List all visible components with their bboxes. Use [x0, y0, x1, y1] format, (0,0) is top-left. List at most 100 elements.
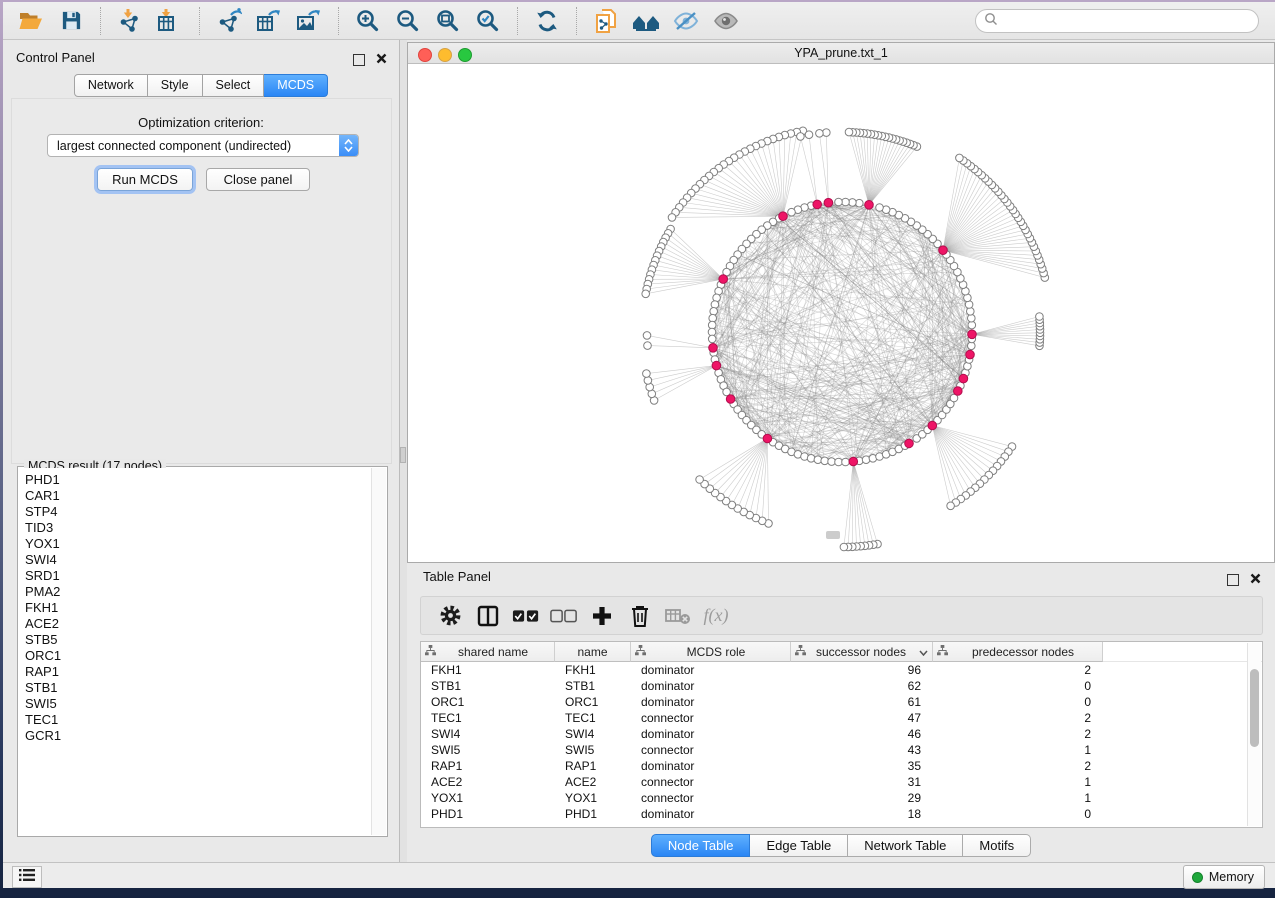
mcds-result-item[interactable]: PMA2	[25, 584, 372, 600]
float-panel-icon[interactable]	[1227, 574, 1239, 586]
tab-edge-table[interactable]: Edge Table	[750, 834, 848, 857]
mcds-result-item[interactable]: TID3	[25, 520, 372, 536]
mcds-result-item[interactable]: ORC1	[25, 648, 372, 664]
delete-icon[interactable]	[626, 603, 654, 629]
first-neighbors-icon[interactable]	[631, 7, 661, 35]
open-folder-icon[interactable]	[16, 7, 46, 35]
select-all-icon[interactable]	[512, 603, 540, 629]
network-graph[interactable]	[408, 64, 1274, 562]
deselect-all-icon[interactable]	[550, 603, 578, 629]
delete-table-icon[interactable]	[664, 603, 692, 629]
table-scrollbar-thumb[interactable]	[1250, 669, 1259, 747]
tab-node-table[interactable]: Node Table	[651, 834, 751, 857]
network-window-titlebar[interactable]: YPA_prune.txt_1	[408, 43, 1274, 64]
zoom-selected-icon[interactable]	[473, 7, 503, 35]
tab-motifs[interactable]: Motifs	[963, 834, 1031, 857]
zoom-out-icon[interactable]	[393, 7, 423, 35]
cell-shared-name: FKH1	[421, 662, 555, 678]
mcds-result-item[interactable]: CAR1	[25, 488, 372, 504]
mcds-result-item[interactable]: STB1	[25, 680, 372, 696]
close-panel-button[interactable]: Close panel	[206, 168, 310, 191]
table-row[interactable]: SWI5SWI5connector431	[421, 742, 1262, 758]
control-panel-title: Control Panel	[16, 50, 95, 65]
import-network-icon[interactable]	[115, 7, 145, 35]
settings-icon[interactable]	[436, 603, 464, 629]
cell-shared-name: YOX1	[421, 790, 555, 806]
mcds-result-item[interactable]: RAP1	[25, 664, 372, 680]
tab-select[interactable]: Select	[203, 74, 265, 97]
import-table-icon[interactable]	[155, 7, 185, 35]
splitter-handle[interactable]	[400, 447, 406, 463]
memory-button[interactable]: Memory	[1183, 865, 1265, 889]
table-row[interactable]: STB1STB1dominator620	[421, 678, 1262, 694]
column-header-name[interactable]: name	[555, 642, 631, 662]
run-mcds-button[interactable]: Run MCDS	[97, 168, 193, 191]
tab-network-table[interactable]: Network Table	[848, 834, 963, 857]
table-panel-window-buttons	[1227, 571, 1261, 589]
mcds-result-item[interactable]: STP4	[25, 504, 372, 520]
cell-name: YOX1	[555, 790, 631, 806]
close-panel-icon[interactable]	[1250, 571, 1261, 589]
cell-name: RAP1	[555, 758, 631, 774]
tab-mcds[interactable]: MCDS	[264, 74, 328, 97]
show-all-icon[interactable]	[711, 7, 741, 35]
attribute-type-icon	[635, 645, 646, 659]
column-header-successor-nodes[interactable]: successor nodes	[791, 642, 933, 662]
save-icon[interactable]	[56, 7, 86, 35]
columns-icon[interactable]	[474, 603, 502, 629]
application-window: Control Panel NetworkStyleSelectMCDS Opt…	[3, 2, 1275, 888]
close-panel-icon[interactable]	[376, 51, 387, 69]
zoom-in-icon[interactable]	[353, 7, 383, 35]
column-header-shared-name[interactable]: shared name	[421, 642, 555, 662]
tab-style[interactable]: Style	[148, 74, 203, 97]
table-row[interactable]: YOX1YOX1connector291	[421, 790, 1262, 806]
table-row[interactable]: ACE2ACE2connector311	[421, 774, 1262, 790]
export-image-icon[interactable]	[294, 7, 324, 35]
mcds-result-item[interactable]: SWI5	[25, 696, 372, 712]
cell-mcds-role: dominator	[631, 662, 791, 678]
canvas-splitter-handle[interactable]	[826, 531, 840, 539]
function-icon[interactable]: f(x)	[702, 603, 730, 629]
search-input[interactable]	[998, 11, 1258, 31]
table-scrollbar[interactable]	[1247, 643, 1261, 826]
mcds-result-item[interactable]: GCR1	[25, 728, 372, 744]
mcds-result-item[interactable]: SRD1	[25, 568, 372, 584]
cell-shared-name: SWI5	[421, 742, 555, 758]
mcds-result-list[interactable]: PHD1CAR1STP4TID3YOX1SWI4SRD1PMA2FKH1ACE2…	[19, 468, 372, 835]
mcds-result-item[interactable]: SWI4	[25, 552, 372, 568]
cell-predecessor-nodes: 0	[933, 806, 1103, 822]
hide-selected-icon[interactable]	[671, 7, 701, 35]
add-icon[interactable]	[588, 603, 616, 629]
cell-mcds-role: dominator	[631, 806, 791, 822]
mcds-result-item[interactable]: STB5	[25, 632, 372, 648]
column-header-mcds-role[interactable]: MCDS role	[631, 642, 791, 662]
export-table-icon[interactable]	[254, 7, 284, 35]
cell-shared-name: STB1	[421, 678, 555, 694]
table-row[interactable]: TEC1TEC1connector472	[421, 710, 1262, 726]
show-panels-button[interactable]	[12, 866, 42, 888]
table-row[interactable]: FKH1FKH1dominator962	[421, 662, 1262, 678]
cell-predecessor-nodes: 0	[933, 694, 1103, 710]
mcds-result-item[interactable]: ACE2	[25, 616, 372, 632]
cell-predecessor-nodes: 1	[933, 774, 1103, 790]
zoom-fit-icon[interactable]	[433, 7, 463, 35]
column-header-predecessor-nodes[interactable]: predecessor nodes	[933, 642, 1103, 662]
duplicate-network-icon[interactable]	[591, 7, 621, 35]
export-network-icon[interactable]	[214, 7, 244, 35]
mcds-result-item[interactable]: FKH1	[25, 600, 372, 616]
table-row[interactable]: SWI4SWI4dominator462	[421, 726, 1262, 742]
table-row[interactable]: PHD1PHD1dominator180	[421, 806, 1262, 822]
tab-network[interactable]: Network	[74, 74, 148, 97]
mcds-result-item[interactable]: YOX1	[25, 536, 372, 552]
table-row[interactable]: RAP1RAP1dominator352	[421, 758, 1262, 774]
panel-splitter[interactable]	[400, 40, 407, 862]
cell-mcds-role: dominator	[631, 694, 791, 710]
mcds-result-item[interactable]: TEC1	[25, 712, 372, 728]
float-panel-icon[interactable]	[353, 54, 365, 66]
optimization-criterion-select[interactable]: largest connected component (undirected)	[47, 134, 359, 157]
attribute-type-icon	[795, 645, 806, 659]
table-row[interactable]: ORC1ORC1dominator610	[421, 694, 1262, 710]
refresh-icon[interactable]	[532, 7, 562, 35]
mcds-result-scrollbar[interactable]	[371, 468, 386, 835]
mcds-result-item[interactable]: PHD1	[25, 472, 372, 488]
